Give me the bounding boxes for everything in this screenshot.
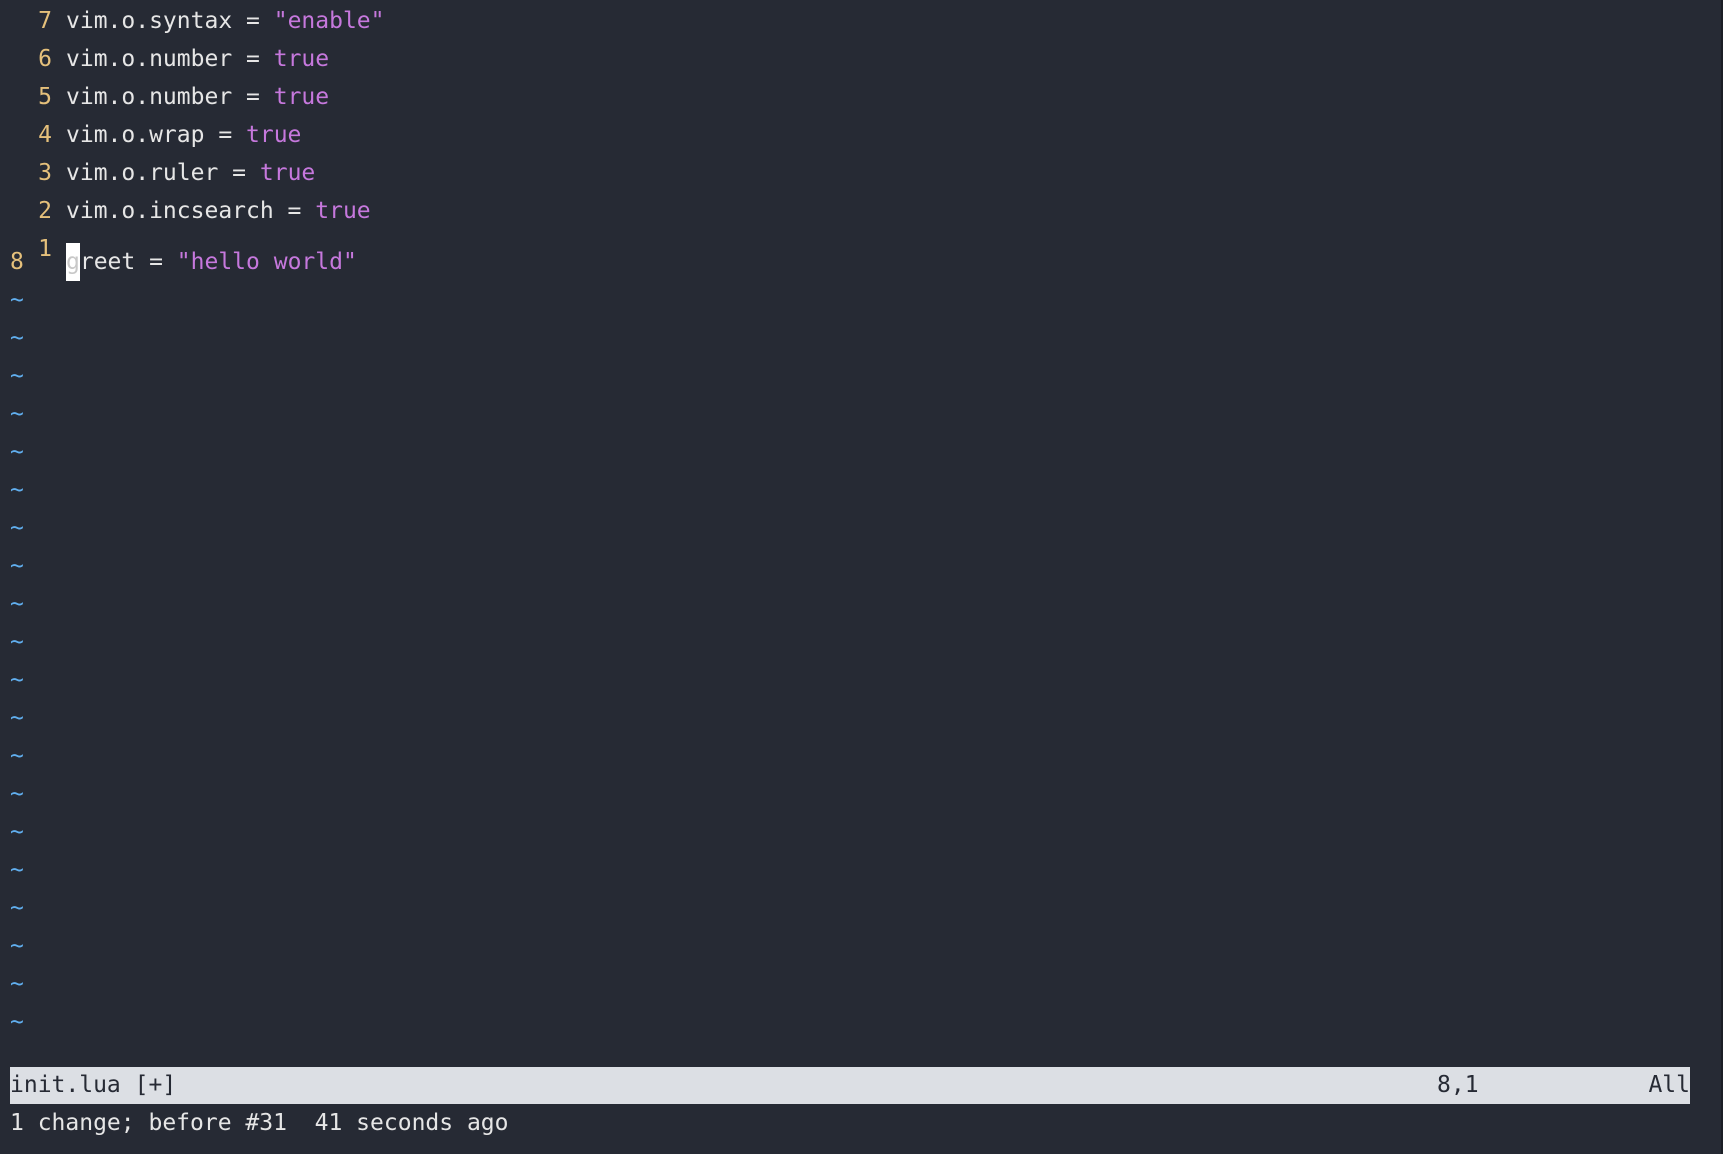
line-content[interactable]: vim.o.ruler = true [66, 154, 315, 192]
tilde-marker: ~ [10, 515, 24, 541]
tilde-marker: ~ [10, 781, 24, 807]
tilde-marker: ~ [10, 287, 24, 313]
editor-buffer[interactable]: 7 vim.o.syntax = "enable" 6 vim.o.number = … [0, 0, 1723, 1066]
line-number: 6 [38, 46, 52, 72]
code-line[interactable]: 6 vim.o.number = true [0, 40, 1723, 78]
line-content[interactable]: greet = "hello world" [66, 243, 357, 281]
literal-token: true [273, 84, 330, 110]
tilde-marker: ~ [10, 363, 24, 389]
tilde-marker: ~ [10, 1009, 24, 1035]
tilde-marker: ~ [10, 705, 24, 731]
code-token: vim.o.ruler = [66, 160, 260, 186]
code-token: vim.o.wrap = [66, 122, 247, 148]
tilde-marker: ~ [10, 401, 24, 427]
code-line[interactable]: 5 vim.o.number = true [0, 78, 1723, 116]
tilde-marker: ~ [10, 933, 24, 959]
text-cursor: g [66, 243, 80, 281]
code-line[interactable]: 7 vim.o.syntax = "enable" [0, 2, 1723, 40]
literal-token: true [315, 198, 371, 224]
line-number: 7 [38, 8, 52, 34]
tilde-marker: ~ [10, 819, 24, 845]
code-token: reet = [79, 249, 177, 275]
tilde-marker: ~ [10, 439, 24, 465]
tilde-marker: ~ [10, 895, 24, 921]
line-content[interactable]: vim.o.incsearch = true [66, 192, 371, 230]
code-token: vim.o.incsearch = [66, 198, 316, 224]
literal-token: true [273, 46, 330, 72]
code-line[interactable]: 2 vim.o.incsearch = true [0, 192, 1723, 230]
tilde-marker: ~ [10, 971, 24, 997]
string-literal: "hello world" [176, 249, 357, 275]
literal-token: true [259, 160, 316, 186]
line-content[interactable]: vim.o.syntax = "enable" [66, 2, 385, 40]
literal-token: true [246, 122, 302, 148]
tilde-marker: ~ [10, 553, 24, 579]
code-token: vim.o.number = [66, 46, 274, 72]
code-token: vim.o.syntax = [66, 8, 274, 34]
line-number-current: 8 [10, 249, 24, 275]
line-number: 4 [38, 122, 52, 148]
line-content[interactable]: vim.o.number = true [66, 40, 329, 78]
tilde-marker: ~ [10, 477, 24, 503]
tilde-marker: ~ [10, 591, 24, 617]
tilde-marker: ~ [10, 629, 24, 655]
tilde-marker: ~ [10, 743, 24, 769]
code-token: vim.o.number = [66, 84, 274, 110]
tilde-marker: ~ [10, 857, 24, 883]
line-number: 2 [38, 198, 52, 224]
status-filename: init.lua [+] [10, 1072, 177, 1098]
line-content[interactable]: vim.o.wrap = true [66, 116, 301, 154]
tilde-marker: ~ [10, 667, 24, 693]
code-line[interactable]: 4 vim.o.wrap = true [0, 116, 1723, 154]
line-number: 3 [38, 160, 52, 186]
status-cursor-position: 8,1 [1437, 1072, 1479, 1098]
literal-token: "enable" [273, 8, 385, 34]
code-line[interactable]: 3 vim.o.ruler = true [0, 154, 1723, 192]
tilde-marker: ~ [10, 325, 24, 351]
code-line-current[interactable]: 8 greet = "hello world" [0, 243, 1723, 281]
command-line-message[interactable]: 1 change; before #31 41 seconds ago [10, 1104, 509, 1142]
line-content[interactable]: vim.o.number = true [66, 78, 329, 116]
status-scroll-percent: All [1648, 1072, 1690, 1098]
status-line: init.lua [+] 8,1 All [10, 1067, 1690, 1104]
line-number: 5 [38, 84, 52, 110]
